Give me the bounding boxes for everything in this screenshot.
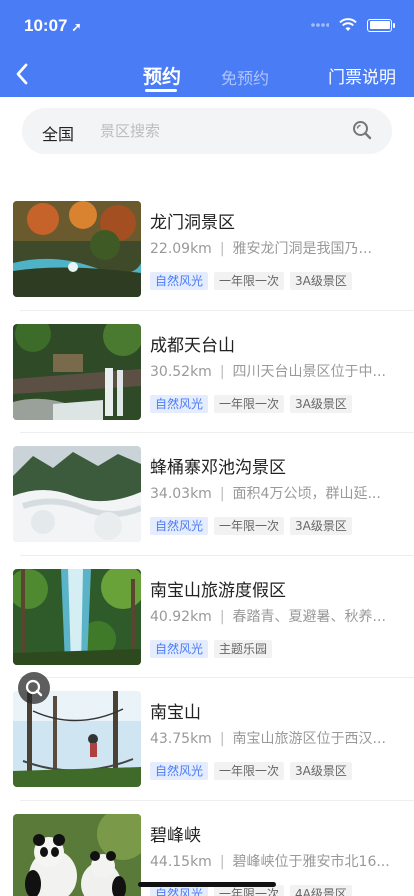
item-title: 碧峰峡 (150, 825, 201, 846)
search-input[interactable] (100, 119, 330, 143)
list-item[interactable]: 南宝山 43.75km | 南宝山旅游区位于西汉... 自然风光 一年限一次 3A级景区 (0, 678, 414, 801)
tab-no-reservation[interactable]: 免预约 (221, 65, 269, 89)
item-distance: 44.15km (150, 853, 212, 870)
list-item[interactable]: 蜂桶寨邓池沟景区 34.03km | 面积4万公顷，群山延... 自然风光 一年限一次… (0, 433, 414, 556)
tab-no-reservation-label: 免预约 (221, 69, 270, 88)
tag: 一年限一次 (214, 762, 285, 780)
item-description: 雅安龙门洞是我国乃... (232, 241, 372, 257)
scenic-photo (13, 446, 141, 542)
item-title: 蜂桶寨邓池沟景区 (150, 458, 286, 478)
search-icon[interactable] (352, 120, 372, 140)
tag: 主题乐园 (214, 639, 273, 658)
search-bar: 全国 (22, 108, 392, 154)
meta-divider: | (219, 363, 225, 380)
tag: 自然风光 (150, 272, 209, 290)
item-tags: 自然风光 一年限一次 3A级景区 (150, 762, 352, 780)
scenic-photo (13, 691, 141, 787)
tag: 自然风光 (150, 517, 209, 535)
scenic-spot-list: 龙门洞景区 22.09km | 雅安龙门洞是我国乃... 自然风光 一年限一次 3A级景… (0, 188, 414, 896)
item-title: 龙门洞景区 (150, 213, 235, 233)
item-description: 碧峰峡位于雅安市北16... (232, 853, 390, 870)
item-meta: 43.75km | 南宝山旅游区位于西汉... (150, 728, 406, 748)
signal-dots-icon (311, 23, 329, 27)
item-tags: 自然风光 一年限一次 3A级景区 (150, 272, 352, 290)
tag: 4A级景区 (290, 884, 352, 896)
item-description: 四川天台山景区位于中... (232, 363, 386, 380)
tag: 一年限一次 (214, 394, 285, 413)
list-item[interactable]: 成都天台山 30.52km | 四川天台山景区位于中... 自然风光 一年限一次 3A级… (0, 311, 414, 433)
item-meta: 34.03km | 面积4万公顷，群山延... (150, 483, 406, 503)
item-title: 南宝山旅游度假区 (150, 580, 286, 601)
tag: 3A级景区 (290, 394, 352, 413)
item-distance: 30.52km (150, 363, 212, 380)
item-meta: 40.92km | 春踏青、夏避暑、秋养... (150, 606, 406, 626)
item-meta: 44.15km | 碧峰峡位于雅安市北16... (150, 851, 406, 871)
tag: 一年限一次 (214, 272, 285, 290)
wifi-icon (339, 18, 357, 31)
scenic-photo (13, 568, 141, 665)
scenic-photo (13, 323, 141, 420)
status-time: 10:07 ➚ (24, 16, 82, 36)
meta-divider: | (219, 241, 225, 257)
floating-assistive-button[interactable] (18, 672, 50, 704)
meta-divider: | (219, 608, 225, 625)
item-tags: 自然风光 一年限一次 3A级景区 (150, 394, 352, 413)
clock: 10:07 (24, 16, 68, 35)
meta-divider: | (219, 486, 225, 502)
tag: 3A级景区 (290, 762, 352, 780)
item-title: 成都天台山 (150, 335, 235, 356)
meta-divider: | (219, 731, 225, 747)
item-distance: 34.03km (150, 486, 212, 502)
battery-icon (367, 18, 395, 32)
item-distance: 22.09km (150, 241, 212, 257)
location-arrow-icon: ➚ (71, 20, 82, 34)
tab-reservation[interactable]: 预约 (143, 62, 182, 92)
tab-active-indicator (145, 89, 177, 92)
region-selector[interactable]: 全国 (42, 121, 74, 145)
scenic-photo (13, 201, 141, 297)
list-item[interactable]: 龙门洞景区 22.09km | 雅安龙门洞是我国乃... 自然风光 一年限一次 3A级景… (0, 188, 414, 311)
back-button[interactable] (8, 60, 36, 88)
status-icons (311, 18, 395, 32)
item-meta: 30.52km | 四川天台山景区位于中... (150, 361, 406, 381)
item-description: 南宝山旅游区位于西汉... (232, 731, 386, 747)
magnifier-icon (25, 679, 43, 697)
tag: 3A级景区 (290, 517, 352, 535)
tag: 自然风光 (150, 394, 209, 413)
tab-reservation-label: 预约 (143, 66, 182, 88)
ticket-info-link[interactable]: 门票说明 (328, 63, 396, 88)
tag: 自然风光 (150, 639, 209, 658)
list-item[interactable]: 南宝山旅游度假区 40.92km | 春踏青、夏避暑、秋养... 自然风光 主题乐园 (0, 556, 414, 678)
top-header: 10:07 ➚ 预约 免预约 门票说明 (0, 0, 414, 97)
tag: 自然风光 (150, 762, 209, 780)
item-description: 春踏青、夏避暑、秋养... (232, 608, 386, 625)
item-title: 南宝山 (150, 703, 201, 723)
chevron-left-icon (16, 63, 28, 85)
item-tags: 自然风光 主题乐园 (150, 639, 273, 658)
item-distance: 43.75km (150, 731, 212, 747)
tag: 一年限一次 (214, 517, 285, 535)
item-meta: 22.09km | 雅安龙门洞是我国乃... (150, 238, 406, 258)
item-distance: 40.92km (150, 608, 212, 625)
scenic-photo (13, 813, 141, 896)
item-tags: 自然风光 一年限一次 3A级景区 (150, 517, 352, 535)
tag: 3A级景区 (290, 272, 352, 290)
item-description: 面积4万公顷，群山延... (232, 486, 381, 502)
home-indicator[interactable] (138, 882, 276, 887)
meta-divider: | (219, 853, 225, 870)
